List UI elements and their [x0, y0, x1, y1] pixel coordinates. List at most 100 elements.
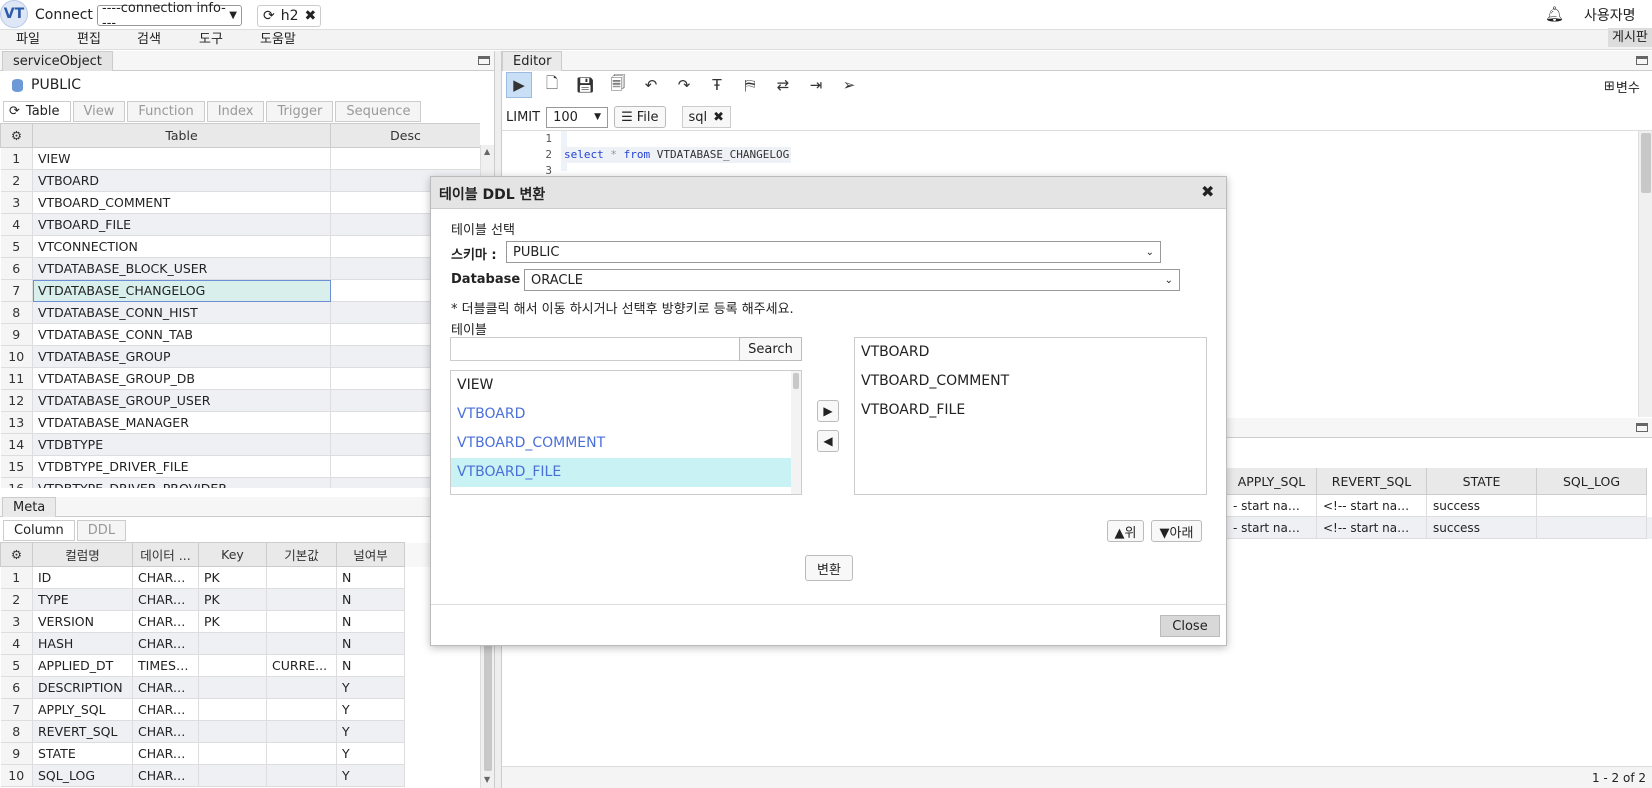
- nullable-cell[interactable]: Y: [336, 698, 405, 721]
- send-icon[interactable]: ➢: [836, 72, 862, 98]
- menu-tools[interactable]: 도구: [199, 30, 223, 50]
- col-header-revert-sql[interactable]: REVERT_SQL: [1317, 468, 1427, 495]
- move-up-button[interactable]: ▲위: [1107, 520, 1144, 542]
- data-type-cell[interactable]: CHARA...: [132, 742, 199, 765]
- table-row[interactable]: 11 VTDATABASE_GROUP_DB: [0, 367, 480, 390]
- new-file-icon[interactable]: 🗋︎: [539, 72, 565, 98]
- default-cell[interactable]: [266, 588, 337, 611]
- grid-settings-icon[interactable]: ⚙: [0, 542, 33, 567]
- tab-editor[interactable]: Editor: [502, 51, 563, 71]
- table-row[interactable]: 3 VTBOARD_COMMENT: [0, 191, 480, 214]
- close-button[interactable]: Close: [1160, 615, 1220, 637]
- data-type-cell[interactable]: TIMEST...: [132, 654, 199, 677]
- scroll-down-icon[interactable]: ▼: [484, 775, 490, 784]
- list-item[interactable]: VTBOARD_COMMENT: [855, 367, 1206, 396]
- menu-file[interactable]: 파일: [16, 30, 40, 50]
- list-item[interactable]: VTBOARD: [451, 400, 801, 429]
- table-name-cell[interactable]: VTDBTYPE_DRIVER_PROVIDER: [32, 477, 331, 488]
- table-row[interactable]: 7 VTDATABASE_CHANGELOG: [0, 279, 480, 302]
- data-type-cell[interactable]: CHARA...: [132, 610, 199, 633]
- column-name-cell[interactable]: ID: [32, 566, 133, 589]
- col-header-nullable[interactable]: 널여부: [336, 542, 405, 567]
- default-cell[interactable]: [266, 676, 337, 699]
- column-name-cell[interactable]: TYPE: [32, 588, 133, 611]
- nullable-cell[interactable]: N: [336, 632, 405, 655]
- table-row[interactable]: 4 VTBOARD_FILE: [0, 213, 480, 236]
- table-row[interactable]: 3 VERSION CHARA... PK N: [0, 610, 480, 633]
- table-name-cell[interactable]: VTDBTYPE_DRIVER_FILE: [32, 455, 331, 478]
- maximize-icon[interactable]: [1636, 56, 1648, 65]
- connection-select[interactable]: ----connection info---- ▼: [97, 1, 242, 31]
- editor-scroll-thumb[interactable]: [1641, 133, 1651, 193]
- data-type-cell[interactable]: CHARA...: [132, 676, 199, 699]
- save-all-icon[interactable]: 🗐︎: [605, 72, 631, 98]
- table-row[interactable]: 16VTDBTYPE_DRIVER_PROVIDER: [0, 477, 480, 488]
- col-header-data-type[interactable]: 데이터 ...: [132, 542, 199, 567]
- subtab-trigger[interactable]: Trigger: [266, 101, 334, 122]
- key-cell[interactable]: [198, 720, 267, 743]
- key-cell[interactable]: [198, 764, 267, 787]
- list-item[interactable]: VTCONNECTION: [451, 487, 801, 494]
- undo-icon[interactable]: ↶: [638, 72, 664, 98]
- editor-scrollbar[interactable]: [1638, 131, 1652, 417]
- table-row[interactable]: 1 VIEW: [0, 147, 480, 170]
- default-cell[interactable]: [266, 566, 337, 589]
- nullable-cell[interactable]: N: [336, 566, 405, 589]
- schema-select[interactable]: PUBLIC ⌄: [506, 241, 1161, 263]
- col-header-key[interactable]: Key: [198, 542, 267, 567]
- table-row[interactable]: 5 VTCONNECTION: [0, 235, 480, 258]
- tab-meta[interactable]: Meta: [2, 497, 57, 517]
- key-cell[interactable]: [198, 654, 267, 677]
- close-icon[interactable]: ✖: [713, 110, 724, 125]
- toggle-icon[interactable]: ⇄: [770, 72, 796, 98]
- indent-icon[interactable]: ⇥: [803, 72, 829, 98]
- table-name-cell[interactable]: VTDATABASE_CHANGELOG: [32, 279, 331, 302]
- run-icon[interactable]: ▶: [506, 72, 532, 98]
- table-name-cell[interactable]: VTCONNECTION: [32, 235, 331, 258]
- connection-tab[interactable]: ⟳ h2 ✖: [257, 5, 321, 27]
- list-item[interactable]: VTBOARD_FILE: [855, 396, 1206, 425]
- nullable-cell[interactable]: Y: [336, 764, 405, 787]
- key-cell[interactable]: [198, 742, 267, 765]
- default-cell[interactable]: CURRE...: [266, 654, 337, 677]
- refresh-icon[interactable]: ⟳: [263, 8, 275, 24]
- table-row[interactable]: 6 VTDATABASE_BLOCK_USER: [0, 257, 480, 280]
- convert-button[interactable]: 변환: [805, 555, 853, 581]
- format-text-icon[interactable]: Ŧ: [704, 72, 730, 98]
- list-item[interactable]: VIEW: [451, 371, 801, 400]
- key-cell[interactable]: PK: [198, 566, 267, 589]
- table-name-cell[interactable]: VTDATABASE_CONN_TAB: [32, 323, 331, 346]
- default-cell[interactable]: [266, 742, 337, 765]
- col-header-state[interactable]: STATE: [1427, 468, 1537, 495]
- data-type-cell[interactable]: CHARA...: [132, 720, 199, 743]
- maximize-icon[interactable]: [478, 56, 490, 65]
- close-icon[interactable]: ✖: [305, 8, 317, 24]
- col-header-sql-log[interactable]: SQL_LOG: [1537, 468, 1647, 495]
- key-cell[interactable]: [198, 698, 267, 721]
- map-icon[interactable]: ⛿: [737, 72, 763, 98]
- scroll-up-icon[interactable]: ▲: [484, 147, 490, 156]
- table-row[interactable]: 8 VTDATABASE_CONN_HIST: [0, 301, 480, 324]
- table-row[interactable]: 8 REVERT_SQL CHARA... Y: [0, 720, 480, 743]
- variable-button[interactable]: ⊞ 변수: [1604, 77, 1640, 96]
- column-name-cell[interactable]: SQL_LOG: [32, 764, 133, 787]
- table-name-cell[interactable]: VTDATABASE_BLOCK_USER: [32, 257, 331, 280]
- table-desc-cell[interactable]: [330, 147, 480, 170]
- col-header-desc[interactable]: Desc: [330, 123, 480, 148]
- table-name-cell[interactable]: VTDATABASE_GROUP_DB: [32, 367, 331, 390]
- sql-tab[interactable]: sql ✖: [681, 106, 732, 128]
- data-type-cell[interactable]: CHARA...: [132, 698, 199, 721]
- table-row[interactable]: 14 VTDBTYPE: [0, 433, 480, 456]
- limit-select[interactable]: 100 ▼: [546, 106, 609, 128]
- column-name-cell[interactable]: VERSION: [32, 610, 133, 633]
- key-cell[interactable]: PK: [198, 610, 267, 633]
- default-cell[interactable]: [266, 610, 337, 633]
- refresh-icon[interactable]: ⟳: [9, 102, 20, 121]
- table-row[interactable]: 7 APPLY_SQL CHARA... Y: [0, 698, 480, 721]
- col-header-apply-sql[interactable]: APPLY_SQL: [1227, 468, 1317, 495]
- table-row[interactable]: - start name ... <!-- start name ... suc…: [1227, 517, 1652, 539]
- table-row[interactable]: 15 VTDBTYPE_DRIVER_FILE: [0, 455, 480, 478]
- table-row[interactable]: 2 VTBOARD: [0, 169, 480, 192]
- close-icon[interactable]: ✖: [1201, 182, 1214, 201]
- redo-icon[interactable]: ↷: [671, 72, 697, 98]
